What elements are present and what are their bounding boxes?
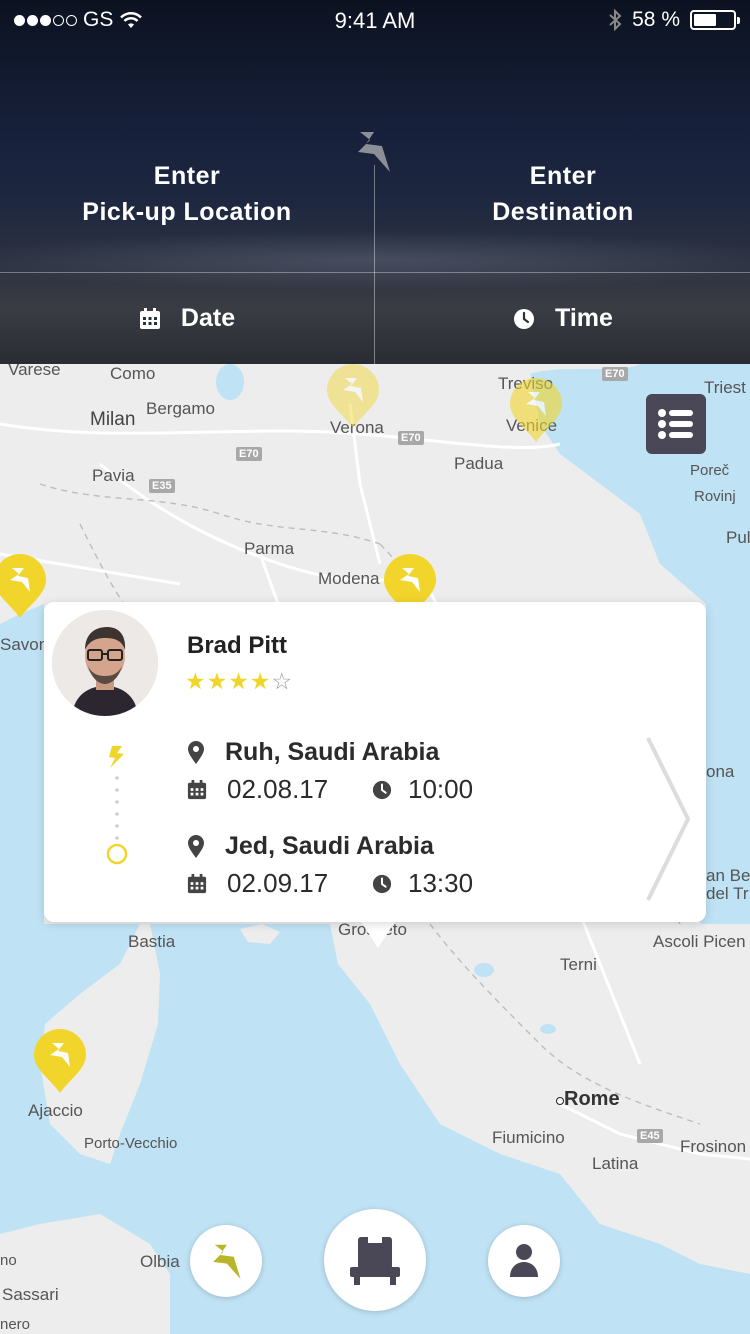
clock-icon [372, 780, 392, 799]
city-label: Como [110, 364, 156, 383]
destination-field[interactable]: Enter Destination [376, 158, 750, 230]
city-label: Terni [560, 955, 597, 974]
city-label: Porto-Vecchio [84, 1135, 178, 1152]
pickup-line2: Pick-up Location [82, 198, 292, 226]
city-label: Sassari [2, 1285, 59, 1304]
driver-photo [52, 610, 158, 716]
pickup-place: Ruh, Saudi Arabia [225, 738, 440, 766]
list-view-button[interactable] [646, 394, 706, 454]
city-label: Poreč [690, 462, 730, 479]
destination-line2: Destination [492, 198, 634, 226]
nav-profile-button[interactable] [488, 1225, 560, 1297]
city-label: Bastia [128, 932, 176, 951]
star-filled-icon: ★ [228, 668, 250, 694]
city-label: Modena [318, 569, 380, 588]
city-label: Ajaccio [28, 1101, 83, 1120]
calendar-icon [139, 307, 160, 329]
city-label: Frosinon [680, 1137, 747, 1156]
card-pointer [360, 920, 396, 948]
city-label: nero [0, 1316, 31, 1333]
pickup-time: 10:00 [408, 774, 474, 804]
nav-home-button[interactable] [190, 1225, 262, 1297]
rome-label: Rome [564, 1088, 620, 1110]
driver-pin[interactable] [325, 364, 381, 430]
battery-icon [690, 10, 740, 30]
nav-rides-button[interactable] [324, 1209, 426, 1311]
time-label: Time [555, 304, 613, 332]
destination-circle-icon [106, 843, 128, 865]
user-icon [510, 1244, 538, 1277]
bolt-logo-icon [213, 1244, 241, 1279]
dropoff-time: 13:30 [408, 868, 474, 898]
city-label: Fiumicino [492, 1128, 565, 1147]
star-filled-icon: ★ [206, 668, 229, 694]
road-badge: E70 [236, 447, 262, 461]
seat-icon [350, 1237, 400, 1285]
pickup-line1: Enter [153, 162, 221, 190]
star-filled-icon: ★ [249, 668, 272, 694]
destination-line1: Enter [529, 162, 597, 190]
pickup-stop: Ruh, Saudi Arabia 02.08.17 10:00 [187, 738, 473, 805]
city-label: Olbia [140, 1252, 180, 1271]
date-label: Date [180, 304, 236, 332]
city-label: del Tr [706, 884, 749, 903]
location-pin-icon [188, 834, 204, 858]
driver-pin[interactable] [32, 1029, 88, 1095]
pickup-date: 02.08.17 [227, 774, 329, 804]
dropoff-place: Jed, Saudi Arabia [225, 832, 434, 860]
booking-header: GS 9:41 AM 58 % Enter Pick-up Location E… [0, 0, 750, 364]
city-label: no [0, 1252, 17, 1269]
driver-pin[interactable] [0, 554, 48, 620]
star-filled-icon: ★ [185, 668, 207, 694]
calendar-icon [187, 873, 207, 893]
time-field[interactable]: Time [376, 273, 750, 364]
city-label: Milan [90, 409, 136, 430]
road-badge: E35 [149, 479, 175, 493]
road-badge: E45 [637, 1129, 663, 1143]
route-line [106, 746, 128, 865]
city-label: Latina [592, 1154, 639, 1173]
calendar-icon [187, 779, 207, 799]
city-label-rome: Rome [556, 1088, 620, 1111]
driver-name: Brad Pitt [187, 632, 288, 659]
road-badge: E70 [398, 431, 424, 445]
driver-pin[interactable] [508, 378, 564, 444]
city-label: ona [706, 762, 735, 781]
header-vertical-divider [374, 165, 375, 364]
city-label: Rovinj [694, 488, 736, 505]
road-badge: E70 [602, 367, 628, 381]
date-field[interactable]: Date [0, 273, 374, 364]
dropoff-date: 02.09.17 [227, 868, 329, 898]
clock-icon [514, 308, 535, 329]
city-label: Padua [454, 454, 504, 473]
dropoff-stop: Jed, Saudi Arabia 02.09.17 13:30 [187, 832, 473, 899]
battery-percent: 58 % [632, 8, 680, 31]
city-label: Pul [726, 528, 750, 547]
city-label: Parma [244, 539, 295, 558]
bolt-start-icon [109, 746, 124, 768]
pickup-location-field[interactable]: Enter Pick-up Location [0, 158, 374, 230]
city-label: an Ben [706, 866, 750, 885]
avatar [52, 610, 158, 716]
bluetooth-icon [609, 9, 622, 31]
trip-card[interactable]: Brad Pitt ★★★★☆ Ruh, Saudi Arabia 02.08.… [44, 602, 706, 922]
city-label: Varese [8, 364, 61, 379]
chevron-right-icon[interactable] [644, 734, 692, 904]
city-label: Triest [704, 378, 746, 397]
clock-icon [372, 874, 392, 893]
city-label: Pavia [92, 466, 135, 485]
driver-rating: ★★★★☆ [185, 668, 293, 695]
list-icon [658, 409, 693, 439]
status-right: 58 % [608, 8, 740, 32]
star-empty-icon: ☆ [271, 668, 294, 694]
city-label: Bergamo [146, 399, 215, 418]
status-bar: GS 9:41 AM 58 % [0, 0, 750, 40]
city-label: Ascoli Picen [653, 932, 746, 951]
location-pin-icon [188, 740, 204, 764]
